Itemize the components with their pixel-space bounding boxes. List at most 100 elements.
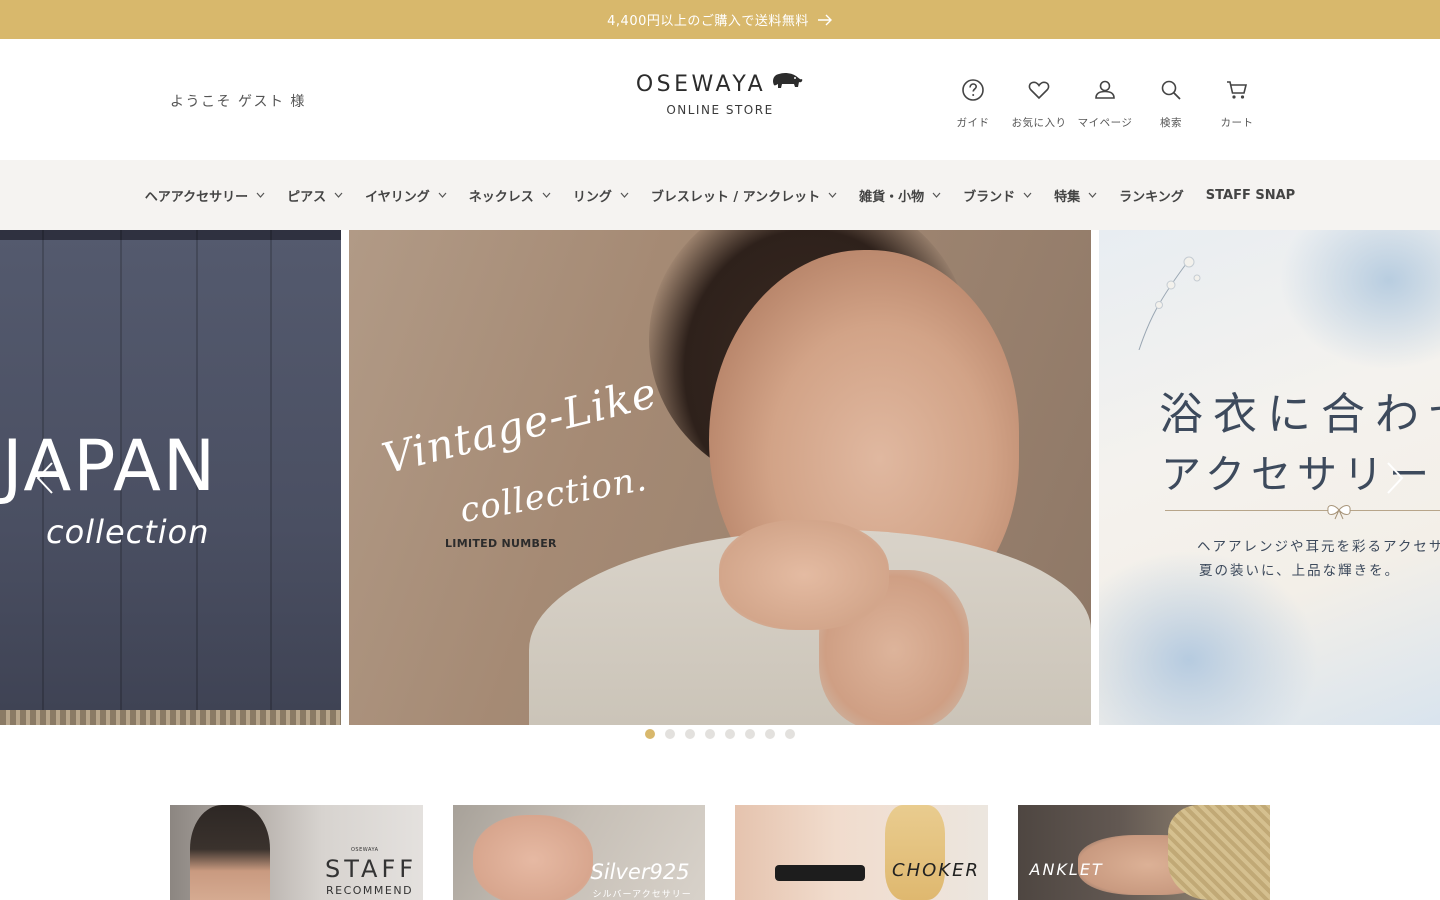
ribbon-icon [1327, 505, 1351, 520]
divider [1165, 510, 1440, 511]
chevron-down-icon [542, 192, 551, 198]
nav-label: STAFF SNAP [1205, 187, 1296, 203]
slide-description-line2: 夏の装いに、上品な輝きを。 [1199, 563, 1401, 579]
banner-title: Silver925 [590, 860, 690, 884]
slider-dot[interactable] [665, 729, 675, 739]
chevron-down-icon [620, 192, 629, 198]
nav-label: 雑貨・小物 [859, 189, 925, 205]
category-banners: OSEWAYA STAFF RECOMMEND Silver925 シルバーアク… [170, 805, 1270, 900]
mypage-link[interactable]: マイページ [1072, 77, 1138, 130]
slide-description: ヘアアレンジや耳元を彩るアクセサ 夏の装いに、上品な輝きを。 [1197, 535, 1440, 583]
nav-item-goods[interactable]: 雑貨・小物 [848, 186, 952, 205]
banner-photo [472, 815, 593, 900]
category-choker[interactable]: CHOKER [735, 805, 988, 900]
nav-label: 特集 [1054, 189, 1081, 205]
announcement-bar[interactable]: 4,400円以上のご購入で送料無料 [0, 0, 1440, 39]
slide-vintage-collection[interactable]: Vintage-Like collection. LIMITED NUMBER [349, 230, 1091, 725]
chevron-down-icon [1023, 192, 1032, 198]
slider-dot[interactable] [785, 729, 795, 739]
nav-item-bracelet-anklet[interactable]: ブレスレット / アンクレット [640, 186, 848, 205]
nav-label: リング [572, 189, 612, 205]
nav-label: ランキング [1119, 189, 1184, 205]
welcome-message: ようこそ ゲスト 様 [170, 94, 306, 110]
nav-item-staff-snap[interactable]: STAFF SNAP [1195, 188, 1306, 203]
guide-link[interactable]: ガイド [940, 77, 1006, 130]
cart-label: カート [1220, 117, 1254, 129]
arrow-right-icon [817, 14, 833, 26]
cart-icon [1224, 77, 1250, 107]
search-link[interactable]: 検索 [1138, 77, 1204, 130]
nav-item-ring[interactable]: リング [562, 186, 640, 205]
banner-title: ANKLET [1029, 860, 1104, 879]
nav-item-ranking[interactable]: ランキング [1108, 186, 1195, 205]
favorites-link[interactable]: お気に入り [1006, 77, 1072, 130]
banner-subtitle: RECOMMEND [326, 884, 414, 897]
search-icon [1158, 77, 1184, 107]
slide-decoration [0, 710, 341, 725]
help-circle-icon [960, 77, 986, 107]
category-silver925[interactable]: Silver925 シルバーアクセサリー [452, 805, 705, 900]
site-header: ようこそ ゲスト 様 OSEWAYA ONLINE STORE ガイド お気に入… [0, 39, 1440, 160]
chevron-down-icon [828, 192, 837, 198]
category-staff-recommend[interactable]: OSEWAYA STAFF RECOMMEND [170, 805, 423, 900]
slider-dot[interactable] [725, 729, 735, 739]
nav-item-necklace[interactable]: ネックレス [458, 186, 562, 205]
slider-dots [0, 729, 1440, 739]
banner-title: CHOKER [892, 860, 980, 881]
slide-decoration [0, 230, 341, 240]
cart-link[interactable]: カート [1204, 77, 1270, 130]
nav-label: ブランド [963, 189, 1016, 205]
banner-photo [1167, 805, 1270, 900]
elephant-icon [770, 71, 804, 97]
chevron-down-icon [256, 192, 265, 198]
nav-label: ネックレス [468, 189, 534, 205]
nav-item-feature[interactable]: 特集 [1043, 186, 1108, 205]
chevron-down-icon [932, 192, 941, 198]
nav-label: ピアス [287, 189, 327, 205]
chevron-down-icon [334, 192, 343, 198]
slider-dot[interactable] [685, 729, 695, 739]
nav-item-brand[interactable]: ブランド [952, 186, 1043, 205]
banner-photo [885, 805, 945, 900]
watercolor-wash [1279, 230, 1440, 370]
flower-illustration [1138, 256, 1201, 350]
slider-next-button[interactable] [1380, 460, 1410, 500]
nav-label: イヤリング [365, 189, 430, 205]
slider-dot[interactable] [745, 729, 755, 739]
slide-tag: LIMITED NUMBER [445, 537, 557, 550]
hero-slider: JAPAN collection Vintage-Like collection… [0, 230, 1440, 725]
logo-sub-text: ONLINE STORE [666, 103, 774, 117]
nav-item-pierce[interactable]: ピアス [276, 186, 354, 205]
noren-fold [270, 230, 272, 710]
heart-icon [1026, 77, 1052, 107]
chevron-down-icon [438, 192, 447, 198]
slide-title: 浴衣に合わせ [1159, 389, 1440, 440]
guide-label: ガイド [956, 117, 990, 129]
slider-dot[interactable] [705, 729, 715, 739]
banner-subtitle: シルバーアクセサリー [592, 890, 692, 900]
slider-dot[interactable] [645, 729, 655, 739]
nav-item-hair-accessories[interactable]: ヘアアクセサリー [134, 186, 276, 205]
main-nav: ヘアアクセサリー ピアス イヤリング ネックレス リング ブレスレット / アン… [0, 160, 1440, 230]
site-logo[interactable]: OSEWAYA ONLINE STORE [620, 71, 820, 117]
banner-photo [190, 805, 270, 900]
search-label: 検索 [1160, 117, 1182, 129]
mypage-label: マイページ [1077, 117, 1133, 129]
chevron-left-icon [35, 461, 55, 499]
chevron-down-icon [1088, 192, 1097, 198]
slider-dot[interactable] [765, 729, 775, 739]
banner-title: STAFF [325, 855, 418, 883]
nav-label: ヘアアクセサリー [144, 189, 249, 205]
header-icons: ガイド お気に入り マイページ 検索 カート [940, 77, 1270, 130]
slider-prev-button[interactable] [30, 460, 60, 500]
favorites-label: お気に入り [1011, 117, 1067, 129]
user-icon [1092, 77, 1118, 107]
logo-main-text: OSEWAYA [635, 71, 767, 97]
banner-photo [775, 865, 865, 881]
banner-brand: OSEWAYA [351, 847, 379, 853]
slide-title-line2: collection. [456, 458, 651, 532]
model-hand [719, 520, 889, 630]
announcement-text: 4,400円以上のご購入で送料無料 [607, 14, 809, 29]
nav-item-earrings[interactable]: イヤリング [354, 186, 458, 205]
category-anklet[interactable]: ANKLET [1017, 805, 1270, 900]
